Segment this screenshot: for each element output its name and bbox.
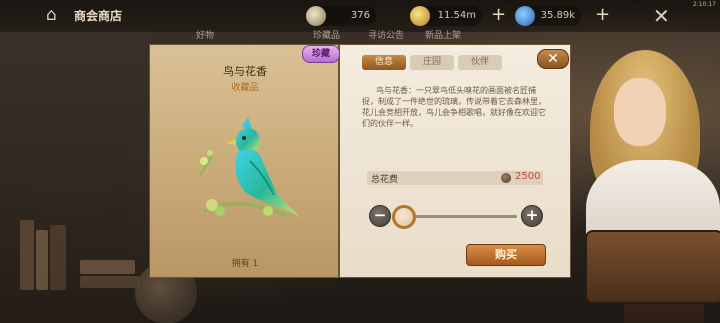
quantity-slider-handle[interactable] — [392, 205, 416, 229]
home-icon[interactable]: ⌂ — [46, 6, 66, 24]
total-cost-row: 总花费 2500 — [367, 171, 543, 185]
close-button[interactable]: ✕ — [537, 49, 569, 69]
decrease-quantity-button[interactable]: − — [369, 205, 391, 227]
close-icon: ✕ — [547, 51, 559, 67]
purchase-panel: 信息 庄园 伙伴 ✕ 鸟与花香：一只翠鸟低头嗅花的画面被名匠捕捉，制成了一件绝世… — [339, 44, 571, 278]
owned-count: 拥有 1 — [231, 259, 259, 269]
tab-behind[interactable]: 好物 — [196, 28, 214, 41]
item-name: 鸟与花香 — [223, 65, 267, 78]
bookshelf — [0, 30, 150, 323]
tab-behind[interactable]: 新品上架 — [425, 28, 461, 41]
resource-medal: 376 — [306, 6, 376, 26]
cost-value: 2500 — [515, 171, 541, 182]
page-title: 商会商店 — [74, 9, 123, 23]
coin-icon — [501, 173, 511, 183]
item-description: 鸟与花香：一只翠鸟低头嗅花的画面被名匠捕捉，制成了一件绝世的琉璃，传说带着它去森… — [362, 86, 546, 128]
treasure-chest — [585, 230, 720, 304]
tab-partner[interactable]: 伙伴 — [458, 55, 502, 70]
quantity-slider[interactable] — [402, 215, 517, 218]
clock: 2:10:17 — [692, 1, 716, 8]
resource-value: 35.89k — [540, 10, 575, 21]
add-gem-icon[interactable]: + — [595, 5, 610, 25]
increase-quantity-button[interactable]: + — [521, 205, 543, 227]
resource-value: 376 — [350, 10, 370, 21]
add-gold-icon[interactable]: + — [491, 5, 506, 25]
resource-gem: 35.89k — [515, 6, 581, 26]
gold-coin-icon — [410, 6, 430, 26]
tab-info[interactable]: 信息 — [362, 55, 406, 70]
rarity-badge: 珍藏 — [302, 45, 340, 63]
tab-behind[interactable]: 寻访公告 — [368, 28, 404, 41]
cost-label: 总花费 — [371, 175, 399, 185]
gem-icon — [515, 6, 535, 26]
item-preview-panel: 珍藏 鸟与花香 收藏品 拥有 1 — [149, 44, 340, 278]
buy-button[interactable]: 购买 — [466, 244, 546, 266]
medal-icon — [306, 6, 326, 26]
kingfisher-bird-icon — [190, 115, 310, 225]
close-shop-icon[interactable]: ✕ — [653, 6, 673, 26]
resource-gold: 11.54m — [410, 6, 482, 26]
item-type: 收藏品 — [231, 83, 259, 93]
resource-value: 11.54m — [437, 10, 476, 21]
tab-behind[interactable]: 珍藏品 — [313, 28, 340, 41]
top-bar: ⌂ 商会商店 376 11.54m + 35.89k + ✕ 2:10:17 好… — [0, 0, 720, 41]
tab-manor[interactable]: 庄园 — [410, 55, 454, 70]
